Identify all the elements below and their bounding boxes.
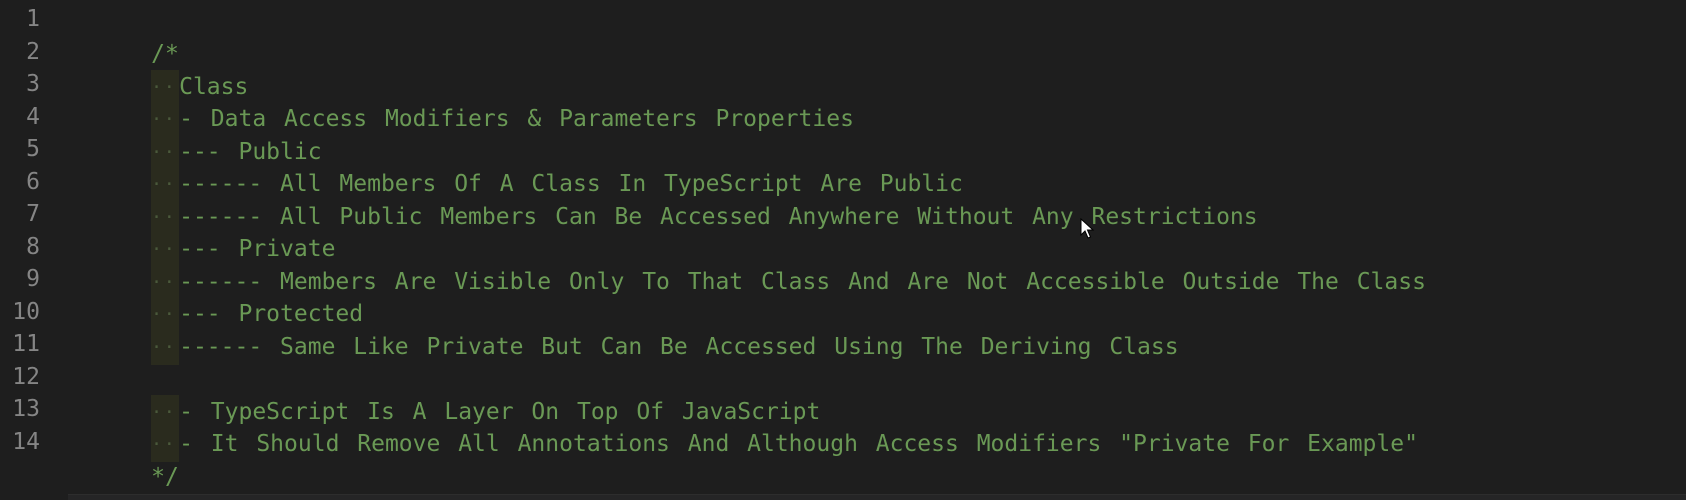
code-line[interactable]: */ (68, 425, 179, 490)
code-line-text: */ (151, 464, 179, 490)
code-area[interactable]: /* ·· Class ·· - Data Access Modifiers & P… (68, 0, 1686, 500)
line-number-10: 10 (12, 299, 40, 325)
code-line[interactable]: ·· - It Should Remove All Annotations And… (68, 392, 1418, 462)
code-line[interactable]: ·· --- Public (68, 100, 322, 170)
line-number-2: 2 (26, 39, 40, 65)
code-line[interactable]: ·· ------ Same Like Private But Can Be Ac… (68, 295, 1179, 365)
code-line[interactable]: ·· --- Protected (68, 262, 363, 332)
code-editor[interactable]: 1 2 3 4 5 6 7 8 9 10 11 12 13 14 /* ·· Cl… (0, 0, 1686, 500)
line-number-13: 13 (12, 396, 40, 422)
line-number-6: 6 (26, 169, 40, 195)
code-line[interactable]: ·· ------ Members Are Visible Only To Tha… (68, 230, 1426, 300)
mouse-pointer-icon (1080, 218, 1095, 239)
code-line[interactable]: ·· - Data Access Modifiers & Parameters P… (68, 67, 854, 137)
line-number-3: 3 (26, 71, 40, 97)
code-line[interactable]: ·· ------ All Members Of A Class In TypeS… (68, 132, 963, 202)
line-number-12: 12 (12, 364, 40, 390)
code-line[interactable]: ·· Class (68, 35, 248, 105)
line-number-1: 1 (26, 6, 40, 32)
line-number-9: 9 (26, 266, 40, 292)
line-number-gutter: 1 2 3 4 5 6 7 8 9 10 11 12 13 14 (0, 0, 62, 500)
code-line[interactable]: ·· - TypeScript Is A Layer On Top Of Java… (68, 360, 820, 430)
editor-bottom-edge (68, 494, 1686, 500)
code-line-text: - It Should Remove All Annotations And A… (179, 431, 1418, 457)
line-number-14: 14 (12, 429, 40, 455)
line-number-8: 8 (26, 234, 40, 260)
line-number-7: 7 (26, 201, 40, 227)
code-line[interactable]: ·· ------ All Public Members Can Be Acces… (68, 165, 1258, 235)
line-number-11: 11 (12, 331, 40, 357)
code-line[interactable]: /* (68, 2, 179, 67)
line-number-5: 5 (26, 136, 40, 162)
code-line[interactable]: ·· --- Private (68, 197, 335, 267)
code-line[interactable] (68, 327, 151, 362)
line-number-4: 4 (26, 104, 40, 130)
